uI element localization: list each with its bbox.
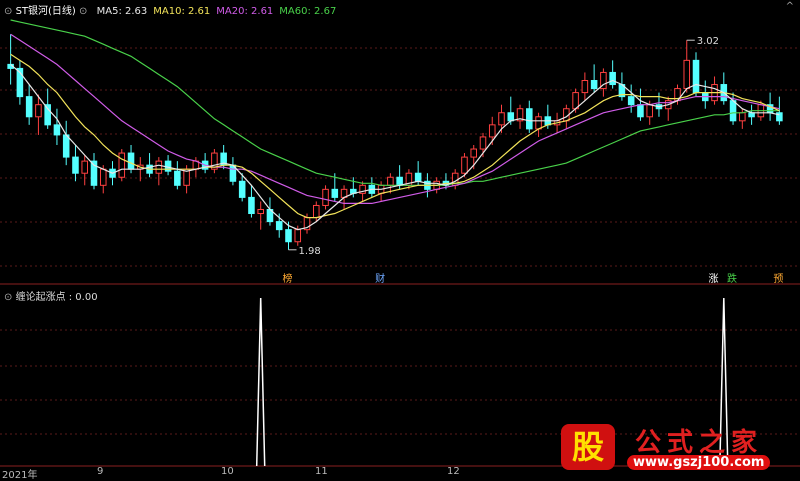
candle-body bbox=[81, 160, 89, 174]
x-axis-tick: 12 bbox=[447, 466, 460, 477]
candle-body bbox=[118, 152, 126, 178]
candle-body bbox=[387, 176, 394, 186]
event-marker: 榜 bbox=[282, 272, 292, 285]
settings-icon[interactable]: ⊙ bbox=[79, 6, 87, 17]
candle-body bbox=[470, 148, 478, 158]
brand-name: 公式之家 bbox=[635, 428, 764, 458]
x-axis-tick: 11 bbox=[315, 466, 328, 477]
candle-body bbox=[174, 170, 181, 186]
brand-badge: 股 bbox=[561, 424, 615, 470]
ma-legend-item: MA10: 2.61 bbox=[153, 6, 211, 17]
candle-body bbox=[72, 156, 79, 174]
grid-lines bbox=[0, 47, 800, 467]
candle-body bbox=[155, 160, 163, 174]
candle-body bbox=[461, 156, 468, 174]
x-axis-tick: 9 bbox=[97, 466, 104, 477]
candle-body bbox=[498, 112, 505, 126]
candle-body bbox=[312, 204, 320, 219]
sub-panel-header: ⊙ 缠论起涨点 : 0.00 bbox=[4, 288, 98, 303]
annotations: 3.02 1.98 榜 财 涨跌 预 bbox=[282, 36, 783, 285]
brand-url: www.gszj100.com bbox=[627, 455, 771, 470]
candle-body bbox=[646, 104, 653, 118]
candle-body bbox=[99, 168, 107, 186]
candle-body bbox=[507, 112, 515, 122]
moving-average-lines bbox=[10, 19, 780, 231]
candle-body bbox=[692, 59, 700, 94]
candle-body bbox=[25, 96, 33, 118]
candle-body bbox=[488, 124, 496, 138]
candle-body bbox=[414, 172, 422, 182]
collapse-icon[interactable]: ⊙ bbox=[4, 292, 12, 303]
candle-body bbox=[739, 112, 746, 122]
stock-title: ST银河(日线) bbox=[15, 6, 76, 17]
ma5-line bbox=[10, 63, 780, 231]
ma-legend-item: MA60: 2.67 bbox=[279, 6, 337, 17]
signal-spike bbox=[255, 297, 266, 467]
indicator-title: 缠论起涨点 : 0.00 bbox=[15, 292, 98, 303]
event-marker: 涨 bbox=[709, 273, 719, 285]
candle-body bbox=[248, 196, 255, 215]
candle-body bbox=[526, 108, 533, 130]
main-panel-header: ⊙ ST银河(日线) ⊙ MA5: 2.63 MA10: 2.61 MA20: 2.… bbox=[4, 2, 336, 17]
candle-body bbox=[729, 100, 737, 122]
candle-body bbox=[257, 208, 264, 215]
candle-body bbox=[637, 104, 644, 118]
candle-body bbox=[285, 229, 292, 243]
candle-body bbox=[627, 96, 635, 106]
candle-body bbox=[294, 229, 302, 243]
candle-body bbox=[238, 180, 246, 198]
event-marker: 财 bbox=[375, 272, 385, 285]
candlestick-series bbox=[7, 34, 783, 250]
ma-legend-item: MA20: 2.61 bbox=[216, 6, 274, 17]
window-menu-icon[interactable]: ^ bbox=[786, 1, 794, 12]
event-marker: 跌 bbox=[727, 272, 737, 285]
candle-body bbox=[331, 188, 339, 198]
candle-body bbox=[53, 124, 61, 136]
candle-body bbox=[322, 188, 329, 206]
candle-body bbox=[581, 80, 589, 94]
ma-legend-item: MA5: 2.63 bbox=[96, 6, 148, 17]
candle-body bbox=[590, 80, 598, 90]
event-marker: 预 bbox=[773, 273, 783, 285]
candle-body bbox=[396, 176, 403, 186]
candle-body bbox=[127, 152, 135, 170]
ma10-line bbox=[10, 53, 780, 219]
candle-body bbox=[35, 104, 42, 118]
candle-body bbox=[479, 136, 487, 150]
ma-legend: MA5: 2.63 MA10: 2.61 MA20: 2.61 MA60: 2.67 bbox=[91, 6, 337, 17]
candle-body bbox=[275, 221, 283, 231]
kline-chart: 3.02 1.98 榜 财 涨跌 预 bbox=[0, 19, 800, 467]
watermark: 股 公式之家 www.gszj100.com bbox=[555, 420, 793, 476]
collapse-icon[interactable]: ⊙ bbox=[4, 6, 12, 17]
candle-body bbox=[535, 116, 542, 130]
candle-body bbox=[683, 59, 691, 90]
x-axis-tick: 10 bbox=[221, 466, 234, 477]
high-label: 3.02 bbox=[697, 36, 719, 47]
low-label: 1.98 bbox=[298, 246, 320, 257]
candle-body bbox=[609, 71, 616, 86]
candle-body bbox=[62, 134, 70, 158]
